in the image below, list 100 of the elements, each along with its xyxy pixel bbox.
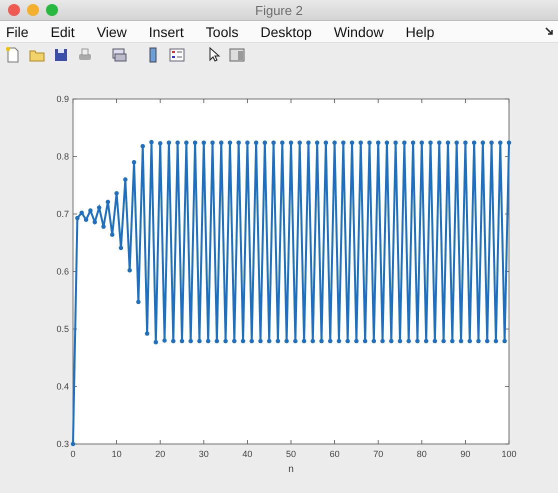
data-point bbox=[454, 140, 459, 145]
x-tick-label: 20 bbox=[155, 449, 166, 459]
menu-item[interactable]: File bbox=[6, 24, 29, 40]
x-axis-label: n bbox=[288, 464, 294, 475]
data-point bbox=[84, 218, 88, 222]
data-point bbox=[92, 220, 97, 224]
data-point bbox=[149, 140, 154, 144]
data-point bbox=[180, 338, 184, 344]
menu-item[interactable]: Desktop bbox=[260, 24, 312, 40]
data-point bbox=[489, 140, 494, 145]
data-point bbox=[188, 338, 193, 344]
data-point bbox=[101, 224, 106, 229]
data-point bbox=[398, 338, 402, 344]
y-tick-label: 0.8 bbox=[56, 152, 69, 162]
data-point bbox=[428, 140, 433, 145]
y-tick-label: 0.4 bbox=[56, 382, 69, 392]
data-point bbox=[175, 140, 180, 145]
data-point bbox=[262, 140, 268, 145]
data-point bbox=[432, 338, 438, 344]
data-point bbox=[106, 200, 110, 204]
data-point bbox=[162, 338, 167, 343]
data-point bbox=[463, 140, 468, 145]
data-point bbox=[406, 338, 411, 344]
data-point bbox=[437, 140, 442, 145]
data-point bbox=[362, 338, 368, 344]
menu-item[interactable]: Help bbox=[406, 24, 434, 40]
menu-item[interactable]: Window bbox=[334, 24, 384, 40]
data-point bbox=[202, 140, 206, 145]
data-point bbox=[384, 140, 390, 145]
data-point bbox=[258, 338, 263, 344]
data-point bbox=[210, 140, 215, 145]
data-point bbox=[380, 338, 385, 344]
print-preview-icon[interactable] bbox=[110, 46, 128, 64]
data-point bbox=[446, 140, 450, 145]
data-point bbox=[306, 140, 311, 145]
data-point bbox=[228, 140, 232, 145]
data-point bbox=[293, 338, 298, 344]
data-point bbox=[480, 140, 486, 145]
menu-item[interactable]: View bbox=[96, 24, 127, 40]
data-point bbox=[415, 338, 420, 344]
data-point bbox=[502, 338, 507, 344]
data-point bbox=[70, 442, 76, 446]
data-point bbox=[345, 338, 350, 344]
data-point bbox=[310, 338, 315, 344]
data-point bbox=[197, 338, 202, 344]
data-point bbox=[450, 338, 455, 344]
data-point bbox=[424, 338, 428, 344]
data-point bbox=[236, 140, 241, 145]
data-point bbox=[458, 338, 464, 344]
data-point bbox=[485, 338, 490, 344]
data-point bbox=[154, 340, 158, 344]
data-point bbox=[271, 140, 276, 145]
data-point bbox=[336, 338, 342, 344]
menu-item[interactable]: Edit bbox=[50, 24, 75, 40]
data-point bbox=[96, 205, 102, 210]
y-tick-label: 0.7 bbox=[56, 209, 69, 219]
data-point bbox=[144, 331, 150, 336]
x-tick-label: 70 bbox=[373, 449, 384, 459]
data-point bbox=[166, 140, 172, 145]
data-point bbox=[314, 140, 320, 145]
data-point bbox=[245, 140, 250, 145]
data-point bbox=[171, 338, 176, 344]
data-point bbox=[420, 140, 424, 145]
data-point bbox=[498, 140, 502, 145]
data-point bbox=[140, 144, 145, 148]
data-point bbox=[232, 338, 237, 344]
data-point bbox=[376, 140, 380, 145]
data-point bbox=[110, 232, 114, 237]
data-point bbox=[402, 140, 407, 145]
data-point bbox=[319, 338, 324, 344]
data-point bbox=[276, 338, 280, 344]
data-point bbox=[240, 338, 246, 344]
x-tick-label: 0 bbox=[70, 449, 76, 459]
data-point bbox=[298, 140, 302, 145]
data-point bbox=[393, 140, 398, 145]
data-point bbox=[250, 338, 254, 344]
data-point bbox=[288, 140, 294, 145]
dock-arrow-icon[interactable] bbox=[545, 27, 554, 36]
panel-icon[interactable] bbox=[228, 46, 246, 64]
data-point bbox=[468, 338, 472, 344]
data-point bbox=[118, 246, 124, 250]
data-point bbox=[472, 140, 476, 145]
legend-icon[interactable] bbox=[168, 46, 186, 64]
close-button[interactable] bbox=[8, 4, 20, 16]
x-tick-label: 100 bbox=[501, 449, 517, 459]
data-point bbox=[441, 338, 446, 344]
menu-item[interactable]: Tools bbox=[206, 24, 238, 40]
data-point bbox=[206, 338, 210, 344]
data-point bbox=[332, 140, 337, 145]
data-point bbox=[223, 338, 228, 344]
data-point bbox=[280, 140, 284, 145]
x-tick-label: 50 bbox=[286, 449, 296, 459]
y-tick-label: 0.6 bbox=[56, 266, 69, 276]
data-point bbox=[476, 338, 481, 344]
window-title: Figure 2 bbox=[254, 2, 304, 18]
menu-item[interactable]: Insert bbox=[148, 24, 184, 40]
data-point bbox=[254, 140, 258, 145]
data-point bbox=[219, 140, 224, 145]
data-point bbox=[132, 160, 136, 164]
x-tick-label: 40 bbox=[242, 449, 252, 459]
